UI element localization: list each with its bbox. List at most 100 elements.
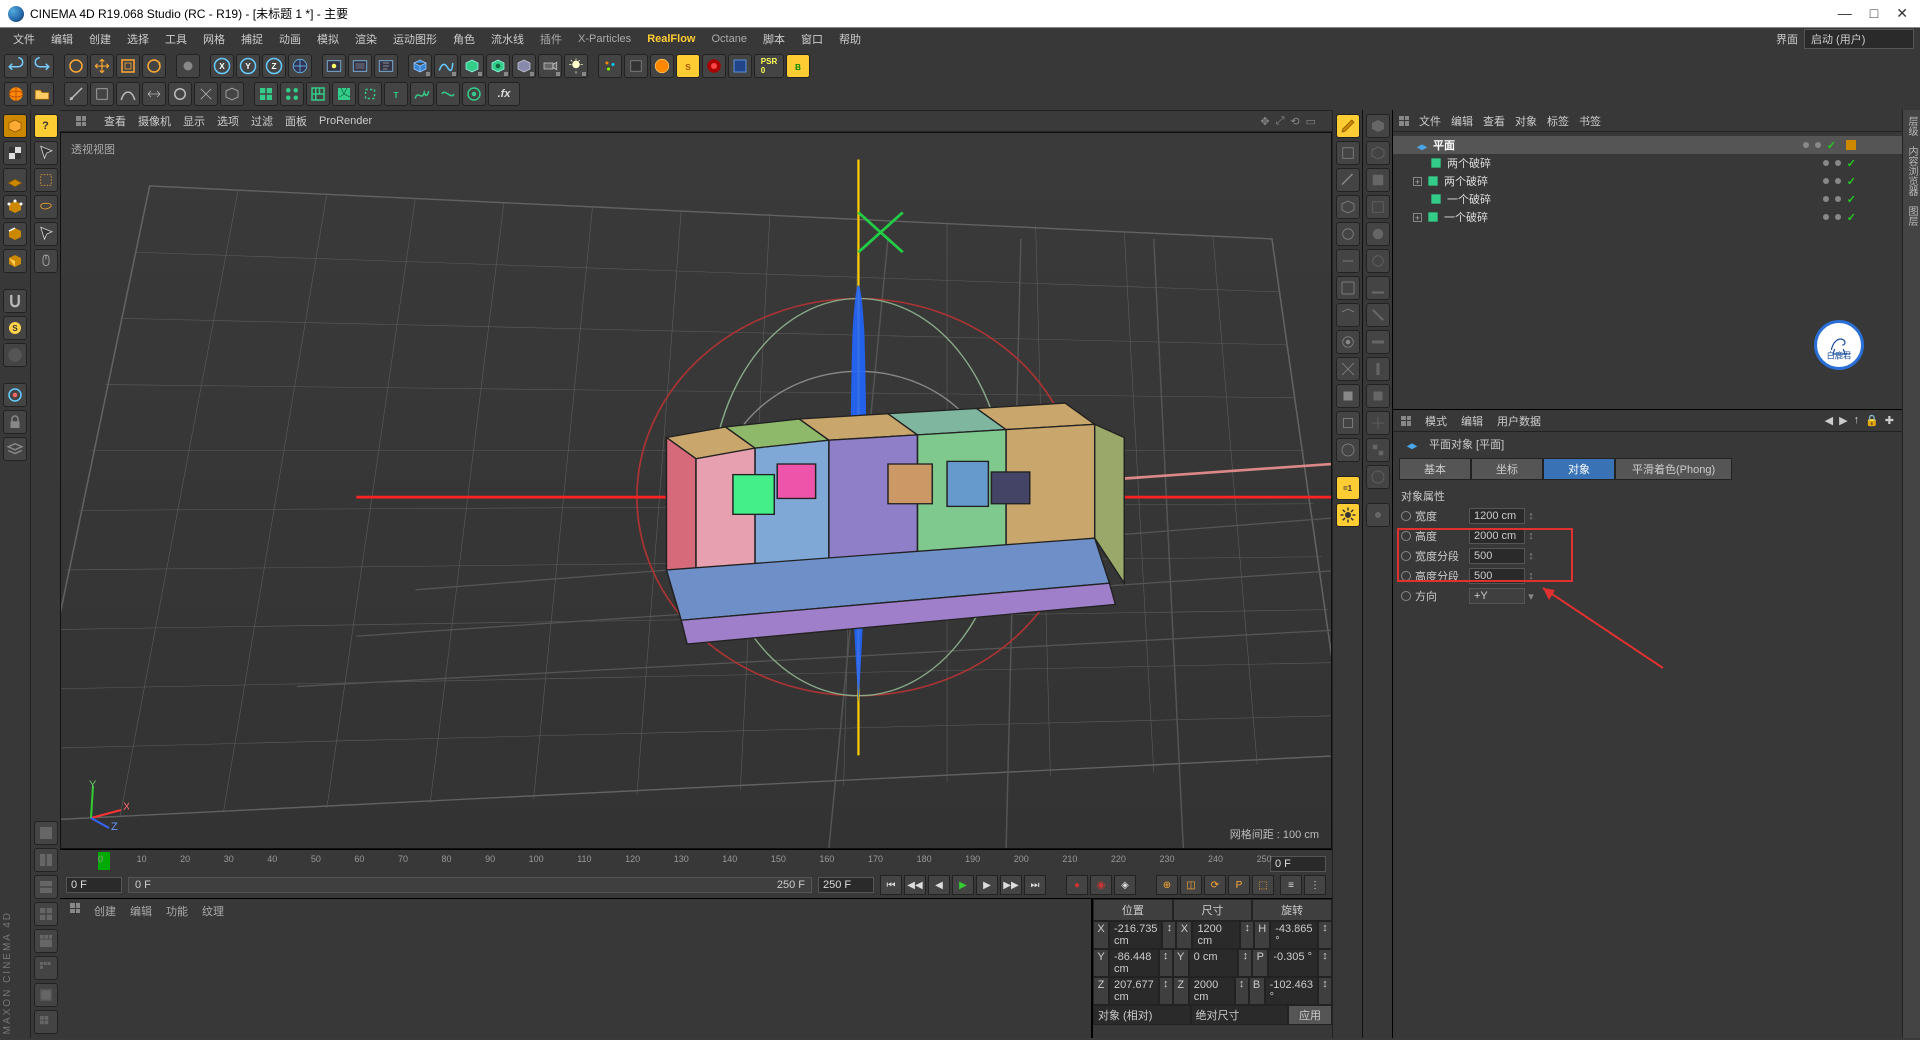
rot-p-input[interactable]: -0.305 ° xyxy=(1268,949,1318,977)
menu-plugins[interactable]: 插件 xyxy=(533,29,569,49)
mat-tab-tex[interactable]: 纹理 xyxy=(202,903,224,919)
rt2-7[interactable] xyxy=(1366,276,1390,300)
menu-create[interactable]: 创建 xyxy=(82,29,118,49)
edge-mode-button[interactable] xyxy=(3,222,27,246)
layout-6[interactable] xyxy=(34,956,58,980)
menu-window[interactable]: 窗口 xyxy=(794,29,830,49)
om-tab-view[interactable]: 查看 xyxy=(1483,113,1505,129)
recent-tool-button[interactable] xyxy=(176,54,200,78)
menu-realflow[interactable]: RealFlow xyxy=(640,31,702,47)
open-button[interactable] xyxy=(30,82,54,106)
z-axis-button[interactable]: Z xyxy=(262,54,286,78)
x-axis-button[interactable]: X xyxy=(210,54,234,78)
tree-row-plane[interactable]: 平面 ✓ xyxy=(1393,136,1902,154)
xparticles-button[interactable] xyxy=(598,54,622,78)
mouse-icon[interactable] xyxy=(34,249,58,273)
prop-hseg-input[interactable]: 500 xyxy=(1469,568,1525,584)
locked-button[interactable] xyxy=(3,343,27,367)
attr-tab-basic[interactable]: 基本 xyxy=(1399,458,1471,480)
tool-r2-4[interactable] xyxy=(142,82,166,106)
mograph-cloner-button[interactable] xyxy=(254,82,278,106)
prev-key-button[interactable]: ◀◀ xyxy=(904,875,926,895)
rt2-1[interactable] xyxy=(1366,114,1390,138)
layer-button[interactable] xyxy=(3,437,27,461)
help-icon[interactable]: ? xyxy=(34,114,58,138)
rt2-3[interactable] xyxy=(1366,168,1390,192)
point-mode-button[interactable] xyxy=(3,195,27,219)
cursor-icon[interactable] xyxy=(34,141,58,165)
layout-8[interactable] xyxy=(34,1010,58,1034)
rot-h-input[interactable]: -43.865 ° xyxy=(1270,921,1318,949)
mograph-fracture-button[interactable] xyxy=(306,82,330,106)
east-tab-3[interactable]: 图层 xyxy=(1904,206,1919,226)
scene-button[interactable]: S xyxy=(676,54,700,78)
model-mode-button[interactable] xyxy=(3,114,27,138)
render-settings-button[interactable] xyxy=(374,54,398,78)
vp-menu-camera[interactable]: 摄像机 xyxy=(138,113,171,129)
attr-tab-coord[interactable]: 坐标 xyxy=(1471,458,1543,480)
rt-11[interactable] xyxy=(1336,384,1360,408)
attr-new-icon[interactable]: ✚ xyxy=(1885,414,1894,427)
panel-grip-icon[interactable] xyxy=(1401,416,1411,426)
mograph-voronoi-button[interactable] xyxy=(332,82,356,106)
undo-button[interactable] xyxy=(4,54,28,78)
menu-file[interactable]: 文件 xyxy=(6,29,42,49)
play-button[interactable]: ▶ xyxy=(952,875,974,895)
render-view-button[interactable] xyxy=(322,54,346,78)
timeline-opts-button[interactable]: ≡ xyxy=(1280,875,1302,895)
cursor2-icon[interactable] xyxy=(34,222,58,246)
key-pla-button[interactable]: ⬚ xyxy=(1252,875,1274,895)
rt2-4[interactable] xyxy=(1366,195,1390,219)
size-y-input[interactable]: 0 cm xyxy=(1189,949,1239,977)
expand-icon[interactable]: + xyxy=(1413,213,1422,222)
om-tab-file[interactable]: 文件 xyxy=(1419,113,1441,129)
deformer-button[interactable] xyxy=(486,54,510,78)
prop-wseg-input[interactable]: 500 xyxy=(1469,548,1525,564)
layout-7[interactable] xyxy=(34,983,58,1007)
mat-tab-func[interactable]: 功能 xyxy=(166,903,188,919)
goto-end-button[interactable]: ⏭ xyxy=(1024,875,1046,895)
om-tab-object[interactable]: 对象 xyxy=(1515,113,1537,129)
panel-grip-icon[interactable] xyxy=(76,116,86,126)
attr-edit[interactable]: 编辑 xyxy=(1461,413,1483,429)
rt-4[interactable] xyxy=(1336,195,1360,219)
pos-x-input[interactable]: -216.735 cm xyxy=(1109,921,1162,949)
y-axis-button[interactable]: Y xyxy=(236,54,260,78)
rt2-12[interactable] xyxy=(1366,411,1390,435)
rt2-14[interactable] xyxy=(1366,465,1390,489)
rt2-5[interactable] xyxy=(1366,222,1390,246)
tree-row[interactable]: 一个破碎 ✓ xyxy=(1393,190,1902,208)
rt-12[interactable] xyxy=(1336,411,1360,435)
mograph-effector-button[interactable] xyxy=(462,82,486,106)
vp-nav-max-icon[interactable]: ▭ xyxy=(1306,115,1316,128)
snap-toggle-button[interactable] xyxy=(3,289,27,313)
tool-r2-3[interactable] xyxy=(116,82,140,106)
attr-nav-fwd-icon[interactable]: ▶ xyxy=(1839,414,1847,427)
timeline-ruler[interactable]: 0102030405060708090100110120130140150160… xyxy=(60,850,1332,872)
menu-octane[interactable]: Octane xyxy=(704,31,753,47)
expand-icon[interactable]: + xyxy=(1413,177,1422,186)
record-button[interactable]: ● xyxy=(1066,875,1088,895)
tool-r2-6[interactable] xyxy=(194,82,218,106)
window-minimize[interactable]: — xyxy=(1838,5,1852,22)
menu-simulate[interactable]: 模拟 xyxy=(310,29,346,49)
mograph-text-button[interactable]: T xyxy=(384,82,408,106)
tool-r2-5[interactable] xyxy=(168,82,192,106)
goto-start-button[interactable]: ⏮ xyxy=(880,875,902,895)
coord-mode-select[interactable]: 对象 (相对) xyxy=(1093,1005,1191,1025)
keyframe-button[interactable]: ◈ xyxy=(1114,875,1136,895)
menu-tools[interactable]: 工具 xyxy=(158,29,194,49)
rt-13[interactable] xyxy=(1336,438,1360,462)
key-scale-button[interactable]: ◫ xyxy=(1180,875,1202,895)
pos-z-input[interactable]: 207.677 cm xyxy=(1109,977,1159,1005)
menu-mesh[interactable]: 网格 xyxy=(196,29,232,49)
mograph-matrix-button[interactable] xyxy=(280,82,304,106)
settings-gear-icon[interactable] xyxy=(1336,503,1360,527)
next-key-button[interactable]: ▶▶ xyxy=(1000,875,1022,895)
rt-2[interactable] xyxy=(1336,141,1360,165)
layout-1[interactable] xyxy=(34,821,58,845)
tree-row[interactable]: 两个破碎 ✓ xyxy=(1393,154,1902,172)
render-pv-button[interactable] xyxy=(348,54,372,78)
vp-menu-display[interactable]: 显示 xyxy=(183,113,205,129)
menu-character[interactable]: 角色 xyxy=(446,29,482,49)
